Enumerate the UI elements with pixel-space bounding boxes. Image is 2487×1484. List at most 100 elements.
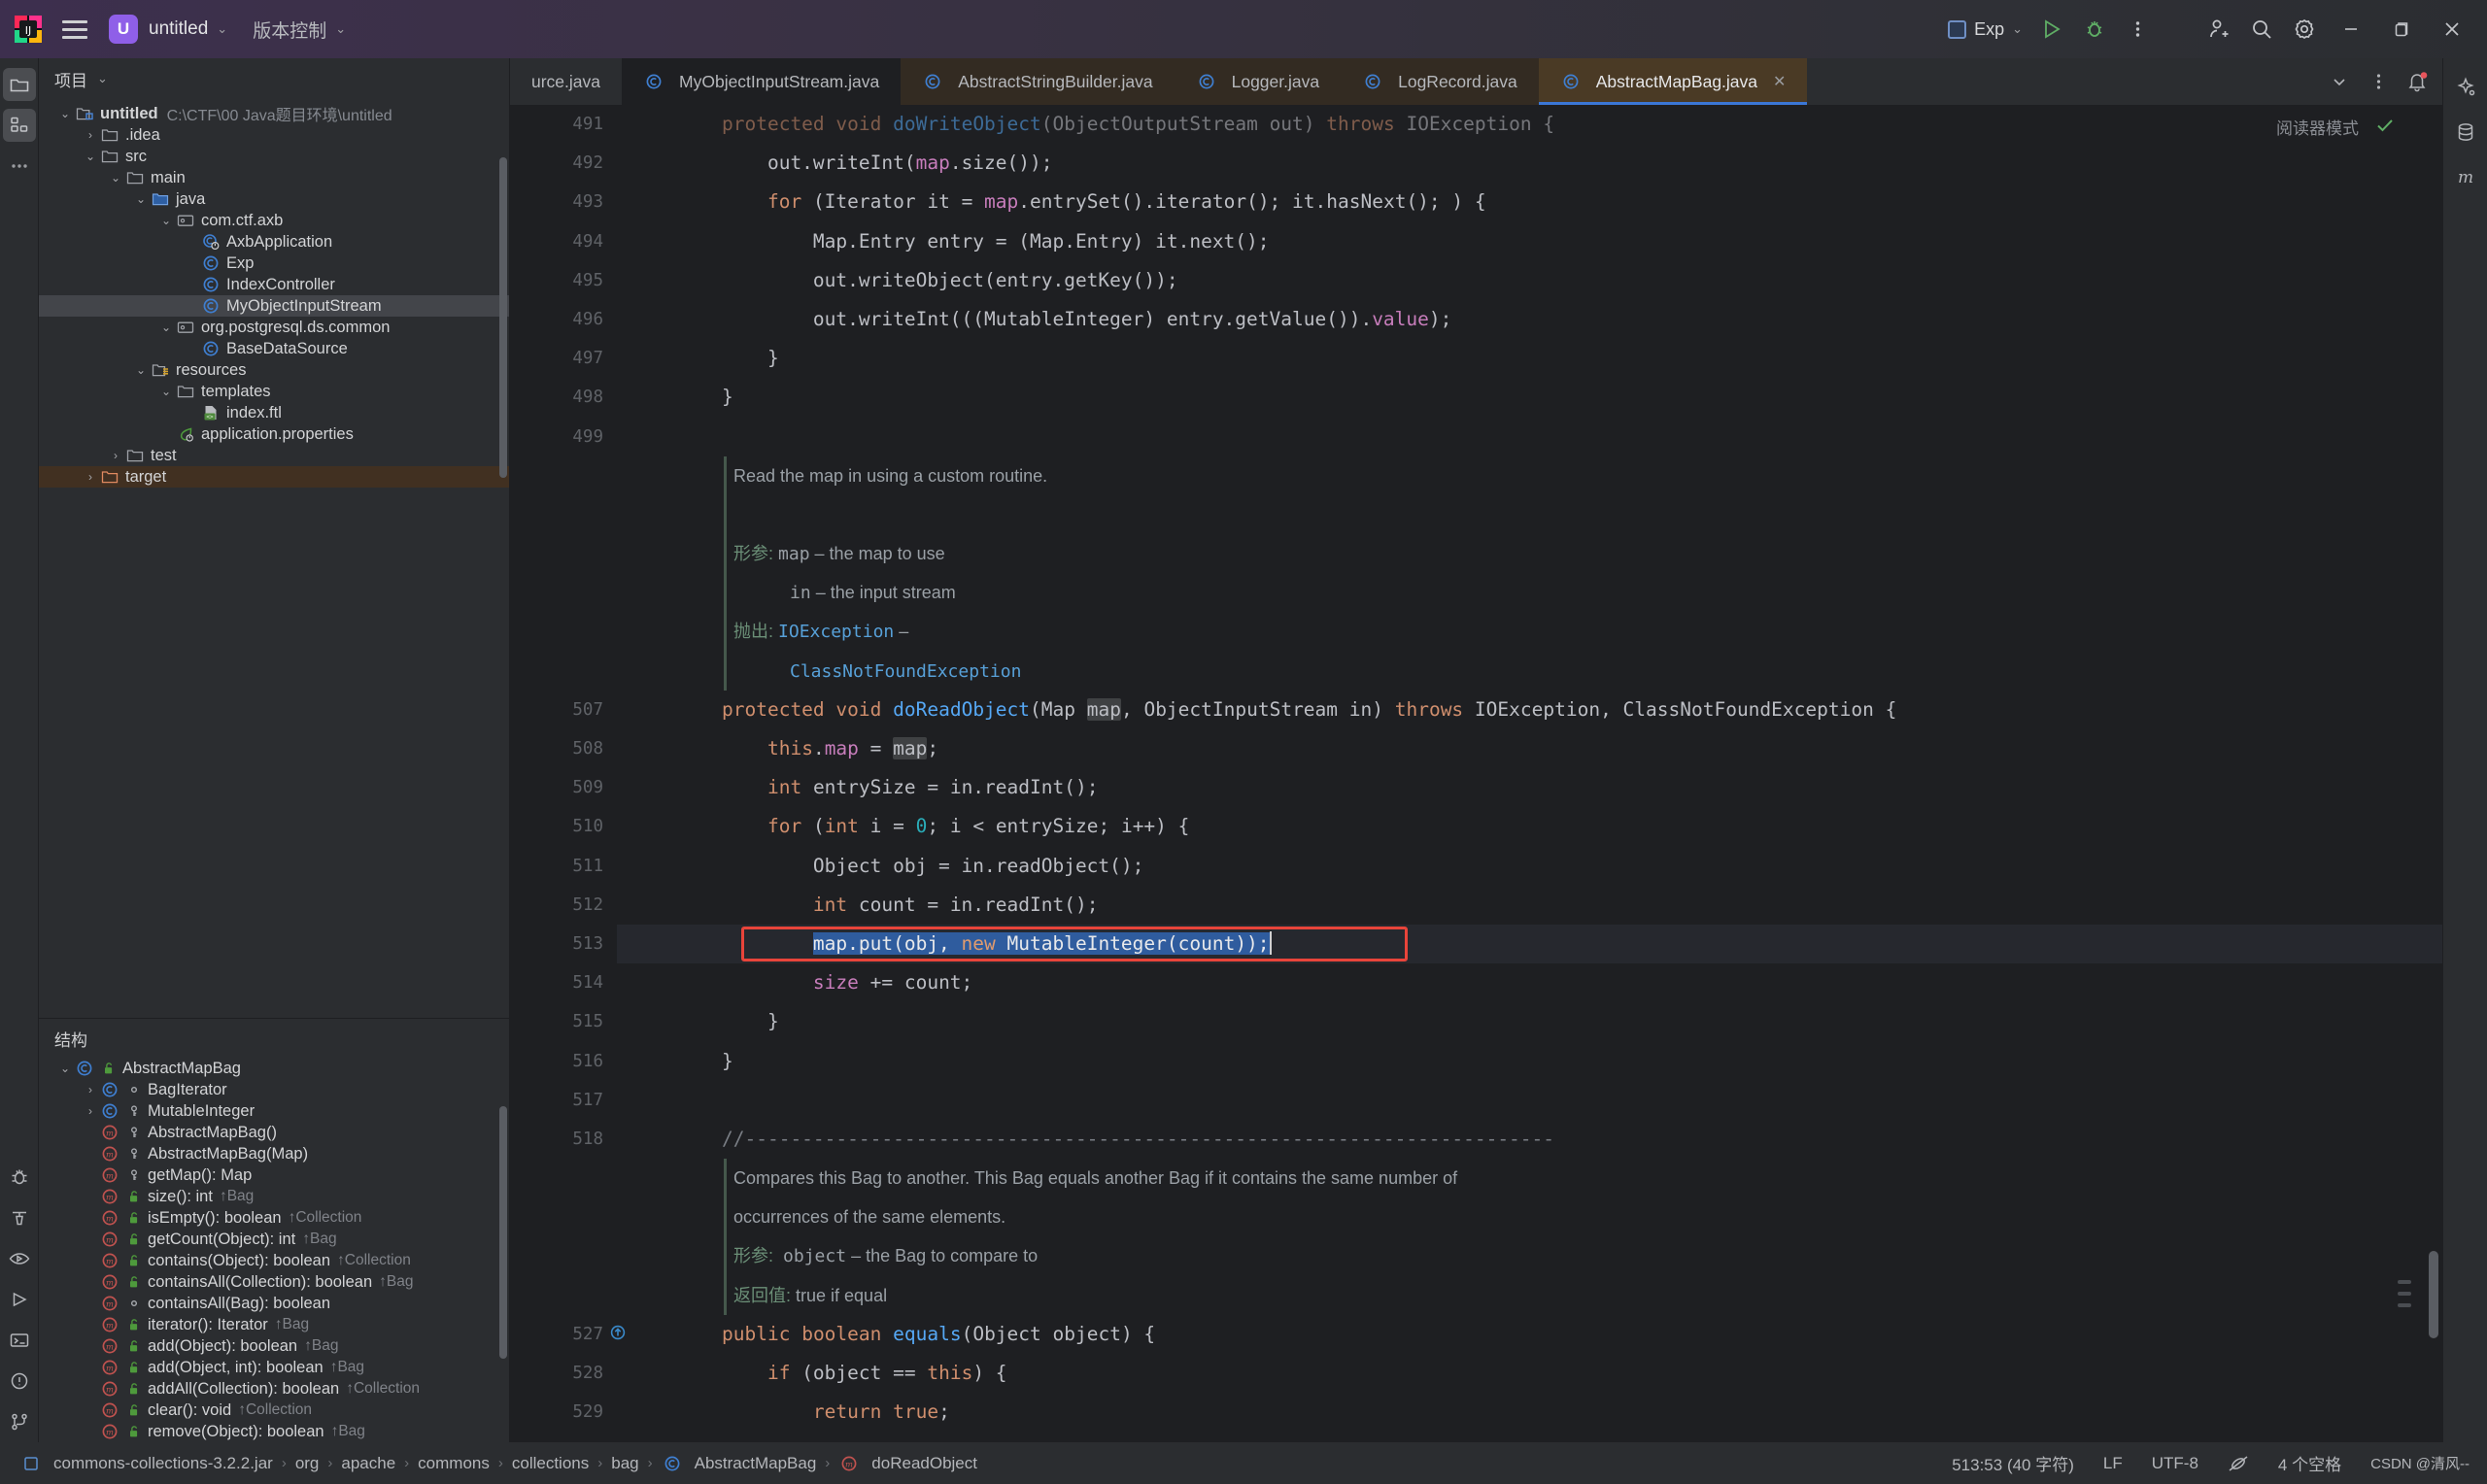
tree-expander-icon[interactable]: › <box>82 1083 99 1096</box>
code-line[interactable]: } <box>617 378 2442 417</box>
tree-node-main[interactable]: ⌄ main <box>39 167 509 188</box>
structure-node-containsall-bag---boolean[interactable]: m containsAll(Bag): boolean <box>39 1293 509 1314</box>
code-line[interactable]: out.writeInt(map.size()); <box>617 144 2442 183</box>
javadoc-line[interactable]: 形参: map – the map to use <box>617 534 2442 573</box>
debug-button[interactable] <box>2073 8 2116 51</box>
main-menu-button[interactable] <box>58 13 91 46</box>
structure-node-abstractmapbag-map-[interactable]: m AbstractMapBag(Map) <box>39 1143 509 1164</box>
tree-expander-icon[interactable]: › <box>82 1104 99 1118</box>
run-dashboard-icon[interactable] <box>3 1242 36 1275</box>
search-icon[interactable] <box>2240 8 2283 51</box>
code-line[interactable]: } <box>617 1002 2442 1041</box>
add-user-icon[interactable] <box>2197 8 2240 51</box>
tab-myobjectinputstream.java[interactable]: MyObjectInputStream.java <box>622 58 902 105</box>
chevron-down-icon[interactable]: ⌄ <box>335 21 346 37</box>
line-separator-label[interactable]: LF <box>2103 1454 2123 1473</box>
structure-node-size----int[interactable]: m size(): int ↑Bag <box>39 1186 509 1207</box>
tree-node-templates[interactable]: ⌄ templates <box>39 381 509 402</box>
code-line[interactable]: } <box>617 1432 2442 1442</box>
tree-expander-icon[interactable]: › <box>107 449 124 462</box>
tree-expander-icon[interactable]: › <box>82 128 99 142</box>
breadcrumb-item-collections[interactable]: collections <box>503 1454 597 1473</box>
tree-node-basedatasource[interactable]: BaseDataSource <box>39 338 509 359</box>
tree-expander-icon[interactable]: ⌄ <box>82 150 99 163</box>
structure-node-getcount-object---int[interactable]: m getCount(Object): int ↑Bag <box>39 1229 509 1250</box>
breadcrumb-item-commons[interactable]: commons <box>409 1454 498 1473</box>
structure-node-remove-object---boolean[interactable]: m remove(Object): boolean ↑Bag <box>39 1421 509 1442</box>
code-line[interactable]: public boolean equals(Object object) { <box>617 1315 2442 1354</box>
javadoc-line[interactable]: 形参: object – the Bag to compare to <box>617 1236 2442 1275</box>
tree-expander-icon[interactable]: ⌄ <box>157 320 175 334</box>
code-line[interactable]: size += count; <box>617 963 2442 1002</box>
git-branch-icon[interactable] <box>3 1405 36 1438</box>
project-tree[interactable]: ⌄ untitled C:\CTF\00 Java题目环境\untitled › .id… <box>39 99 509 1018</box>
code-line[interactable]: Map.Entry entry = (Map.Entry) it.next(); <box>617 222 2442 261</box>
code-line[interactable]: for (Iterator it = map.entrySet().iterat… <box>617 183 2442 221</box>
breadcrumb[interactable]: commons-collections-3.2.2.jar › org › apache… <box>12 1454 986 1473</box>
breadcrumb-item-bag[interactable]: bag <box>602 1454 647 1473</box>
maximize-button[interactable] <box>2376 7 2427 51</box>
project-badge[interactable]: U <box>109 15 138 44</box>
tree-node-untitled[interactable]: ⌄ untitled C:\CTF\00 Java题目环境\untitled <box>39 103 509 125</box>
chevron-down-icon[interactable] <box>2320 62 2359 101</box>
inspection-ok-icon[interactable] <box>2374 115 2396 136</box>
run-icon[interactable] <box>3 1283 36 1316</box>
gear-icon[interactable] <box>2283 8 2326 51</box>
structure-node-abstractmapbag--[interactable]: m AbstractMapBag() <box>39 1122 509 1143</box>
code-line[interactable]: } <box>617 1042 2442 1081</box>
tree-expander-icon[interactable]: ⌄ <box>157 385 175 398</box>
structure-node-add-object---boolean[interactable]: m add(Object): boolean ↑Bag <box>39 1335 509 1357</box>
encoding-label[interactable]: UTF-8 <box>2152 1454 2198 1473</box>
structure-node-abstractmapbag[interactable]: ⌄ AbstractMapBag <box>39 1058 509 1079</box>
sidebar-item-project[interactable] <box>2 68 36 101</box>
sidebar-item-structure[interactable] <box>2 109 36 142</box>
close-icon[interactable]: ✕ <box>1773 72 1786 91</box>
tree-node-src[interactable]: ⌄ src <box>39 146 509 167</box>
javadoc-line[interactable]: Compares this Bag to another. This Bag e… <box>617 1159 2442 1197</box>
tree-expander-icon[interactable]: ⌄ <box>56 1062 74 1075</box>
project-name-label[interactable]: untitled <box>149 18 208 40</box>
structure-node-add-object--int---boolean[interactable]: m add(Object, int): boolean ↑Bag <box>39 1357 509 1378</box>
tree-node-myobjectinputstream[interactable]: MyObjectInputStream <box>39 295 509 317</box>
structure-node-getmap----map[interactable]: m getMap(): Map <box>39 1164 509 1186</box>
project-tree-scrollbar[interactable] <box>499 157 507 478</box>
close-button[interactable] <box>2427 7 2477 51</box>
tree-node-application.properties[interactable]: application.properties <box>39 423 509 445</box>
tree-expander-icon[interactable]: ⌄ <box>107 171 124 185</box>
chevron-down-icon[interactable]: ⌄ <box>97 71 108 86</box>
editor-scrollbar-thumb[interactable] <box>2429 1251 2438 1338</box>
structure-tree-scrollbar[interactable] <box>499 1106 507 1359</box>
structure-node-iterator----iterator[interactable]: m iterator(): Iterator ↑Bag <box>39 1314 509 1335</box>
editor-tabs[interactable]: urce.java MyObjectInputStream.java Abstrac… <box>510 58 2314 105</box>
build-icon[interactable] <box>3 1201 36 1234</box>
maven-icon[interactable]: m <box>2447 157 2484 196</box>
caret-position-label[interactable]: 513:53 (40 字符) <box>1952 1451 2074 1475</box>
code-line[interactable] <box>617 1081 2442 1120</box>
terminal-icon[interactable] <box>3 1324 36 1357</box>
javadoc-line[interactable]: in – the input stream <box>617 573 2442 612</box>
tree-expander-icon[interactable]: › <box>82 470 99 484</box>
tree-expander-icon[interactable]: ⌄ <box>157 214 175 227</box>
structure-node-contains-object---boolean[interactable]: m contains(Object): boolean ↑Collection <box>39 1250 509 1271</box>
code-line[interactable]: for (int i = 0; i < entrySize; i++) { <box>617 807 2442 846</box>
breadcrumb-item-commons-collections-3.2.2.jar[interactable]: commons-collections-3.2.2.jar <box>12 1454 282 1473</box>
tree-node-exp[interactable]: Exp <box>39 253 509 274</box>
javadoc-line[interactable]: ClassNotFoundException <box>617 652 2442 691</box>
code-line[interactable]: return true; <box>617 1393 2442 1432</box>
reading-mode-label[interactable]: 阅读器模式 <box>2276 115 2359 139</box>
tab-logrecord.java[interactable]: LogRecord.java <box>1341 58 1539 105</box>
code-line[interactable]: if (object == this) { <box>617 1354 2442 1393</box>
code-line[interactable]: Object obj = in.readObject(); <box>617 847 2442 886</box>
structure-node-bagiterator[interactable]: › BagIterator <box>39 1079 509 1100</box>
tree-node-java[interactable]: ⌄ java <box>39 188 509 210</box>
code-line[interactable] <box>617 418 2442 456</box>
tab-abstractmapbag.java[interactable]: AbstractMapBag.java ✕ <box>1538 58 1808 105</box>
sidebar-item-more[interactable] <box>3 150 36 183</box>
code-line[interactable]: this.map = map; <box>617 729 2442 768</box>
tree-node-test[interactable]: › test <box>39 445 509 466</box>
bug-icon[interactable] <box>3 1161 36 1194</box>
tree-node-resources[interactable]: ⌄ resources <box>39 359 509 381</box>
breadcrumb-item-apache[interactable]: apache <box>332 1454 404 1473</box>
code-line[interactable] <box>617 495 2442 534</box>
structure-node-addall-collection---boolean[interactable]: m addAll(Collection): boolean ↑Collection <box>39 1378 509 1400</box>
